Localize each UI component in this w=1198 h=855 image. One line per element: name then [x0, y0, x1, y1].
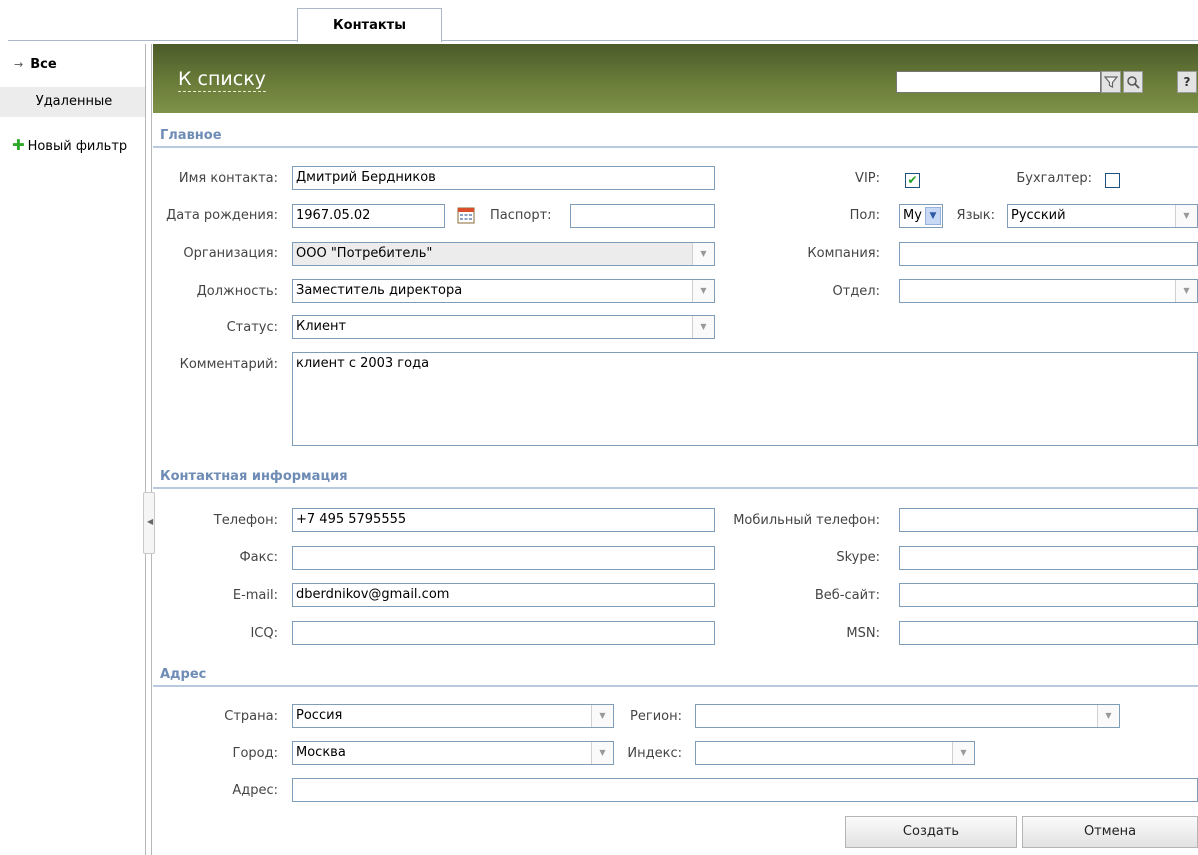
position-value: Заместитель директора: [296, 283, 463, 298]
arrow-right-icon: →: [14, 58, 24, 71]
sidebar-item-deleted[interactable]: Удаленные: [0, 87, 148, 117]
passport-input[interactable]: [570, 204, 715, 228]
gender-value: Му: [903, 208, 922, 223]
index-select[interactable]: ▼: [695, 741, 975, 765]
mobile-label: Мобильный телефон:: [733, 513, 880, 528]
accountant-label: Бухгалтер:: [1016, 171, 1092, 186]
language-value: Русский: [1011, 208, 1066, 223]
chevron-down-icon[interactable]: ▼: [925, 207, 941, 225]
chevron-down-icon[interactable]: ▼: [692, 243, 714, 265]
vip-checkbox[interactable]: ✔: [905, 173, 920, 188]
help-button[interactable]: ?: [1177, 71, 1197, 93]
language-select[interactable]: Русский ▼: [1007, 204, 1198, 228]
msn-label: MSN:: [846, 626, 880, 641]
email-input[interactable]: dberdnikov@gmail.com: [292, 583, 715, 607]
new-filter-label: Новый фильтр: [27, 139, 128, 154]
plus-icon: ✚: [12, 136, 25, 154]
country-select[interactable]: Россия ▼: [292, 704, 614, 728]
sidebar-item-all[interactable]: → Все: [0, 50, 148, 80]
tab-contacts[interactable]: Контакты: [297, 8, 442, 42]
gender-label: Пол:: [849, 208, 880, 223]
filter-icon: [1103, 76, 1119, 88]
chevron-down-icon[interactable]: ▼: [1097, 705, 1119, 727]
phone-label: Телефон:: [213, 513, 278, 528]
chevron-down-icon[interactable]: ▼: [692, 316, 714, 338]
filter-button[interactable]: [1101, 71, 1121, 93]
chevron-down-icon[interactable]: ▼: [692, 280, 714, 302]
organization-value: ООО "Потребитель": [296, 246, 433, 261]
gender-select[interactable]: Му ▼: [899, 204, 943, 228]
birth-date-label: Дата рождения:: [166, 208, 278, 223]
chevron-down-icon[interactable]: ▼: [1175, 280, 1197, 302]
icq-input[interactable]: [292, 621, 715, 645]
search-icon: [1127, 76, 1140, 89]
section-title-contact: Контактная информация: [160, 469, 348, 484]
skype-label: Skype:: [836, 550, 880, 565]
address-input[interactable]: [292, 778, 1198, 802]
vip-label: VIP:: [855, 171, 880, 186]
organization-select[interactable]: ООО "Потребитель" ▼: [292, 242, 715, 266]
city-value: Москва: [296, 745, 346, 760]
icq-label: ICQ:: [250, 626, 278, 641]
contact-name-input[interactable]: Дмитрий Бердников: [292, 166, 715, 190]
region-select[interactable]: ▼: [695, 704, 1120, 728]
birth-date-input[interactable]: 1967.05.02: [292, 204, 445, 228]
status-value: Клиент: [296, 319, 347, 334]
country-label: Страна:: [224, 709, 278, 724]
cancel-button[interactable]: Отмена: [1022, 816, 1198, 848]
chevron-down-icon[interactable]: ▼: [952, 742, 974, 764]
position-select[interactable]: Заместитель директора ▼: [292, 279, 715, 303]
company-label: Компания:: [807, 246, 880, 261]
section-title-main: Главное: [160, 128, 222, 143]
address-label: Адрес:: [232, 783, 278, 798]
fax-input[interactable]: [292, 546, 715, 570]
msn-input[interactable]: [899, 621, 1198, 645]
phone-input[interactable]: +7 495 5795555: [292, 508, 715, 532]
calendar-icon[interactable]: [456, 205, 476, 225]
department-label: Отдел:: [832, 284, 880, 299]
chevron-down-icon[interactable]: ▼: [591, 705, 613, 727]
section-divider: [153, 685, 1198, 687]
skype-input[interactable]: [899, 546, 1198, 570]
tab-bar: Контакты: [0, 0, 1198, 42]
city-label: Город:: [232, 746, 278, 761]
form-header: К списку ?: [153, 44, 1198, 113]
department-select[interactable]: ▼: [899, 279, 1198, 303]
back-to-list-link[interactable]: К списку: [178, 68, 266, 92]
chevron-down-icon[interactable]: ▼: [1175, 205, 1197, 227]
status-select[interactable]: Клиент ▼: [292, 315, 715, 339]
new-filter-button[interactable]: ✚ Новый фильтр: [0, 130, 148, 160]
comment-textarea[interactable]: клиент с 2003 года: [292, 352, 1198, 446]
city-select[interactable]: Москва ▼: [292, 741, 614, 765]
comment-label: Комментарий:: [179, 357, 278, 372]
section-title-address: Адрес: [160, 667, 207, 682]
sidebar-item-label: Все: [30, 57, 57, 72]
company-input[interactable]: [899, 242, 1198, 266]
organization-label: Организация:: [183, 246, 278, 261]
passport-label: Паспорт:: [490, 208, 552, 223]
website-label: Веб-сайт:: [814, 588, 880, 603]
section-divider: [153, 487, 1198, 489]
email-label: E-mail:: [232, 588, 278, 603]
sidebar: → Все Удаленные ✚ Новый фильтр: [0, 42, 148, 855]
fax-label: Факс:: [239, 550, 278, 565]
search-button[interactable]: [1123, 71, 1143, 93]
language-label: Язык:: [956, 208, 995, 223]
section-divider: [153, 146, 1198, 148]
panel-splitter[interactable]: [145, 44, 152, 855]
country-value: Россия: [296, 708, 343, 723]
tab-bar-divider: [8, 40, 1198, 41]
mobile-input[interactable]: [899, 508, 1198, 532]
website-input[interactable]: [899, 583, 1198, 607]
search-input[interactable]: [896, 71, 1101, 93]
position-label: Должность:: [196, 284, 278, 299]
status-label: Статус:: [226, 320, 278, 335]
accountant-checkbox[interactable]: [1105, 173, 1120, 188]
checkmark-icon: ✔: [907, 173, 918, 187]
chevron-down-icon[interactable]: ▼: [591, 742, 613, 764]
index-label: Индекс:: [627, 746, 682, 761]
contact-name-label: Имя контакта:: [178, 171, 278, 186]
region-label: Регион:: [630, 709, 682, 724]
create-button[interactable]: Создать: [845, 816, 1017, 848]
